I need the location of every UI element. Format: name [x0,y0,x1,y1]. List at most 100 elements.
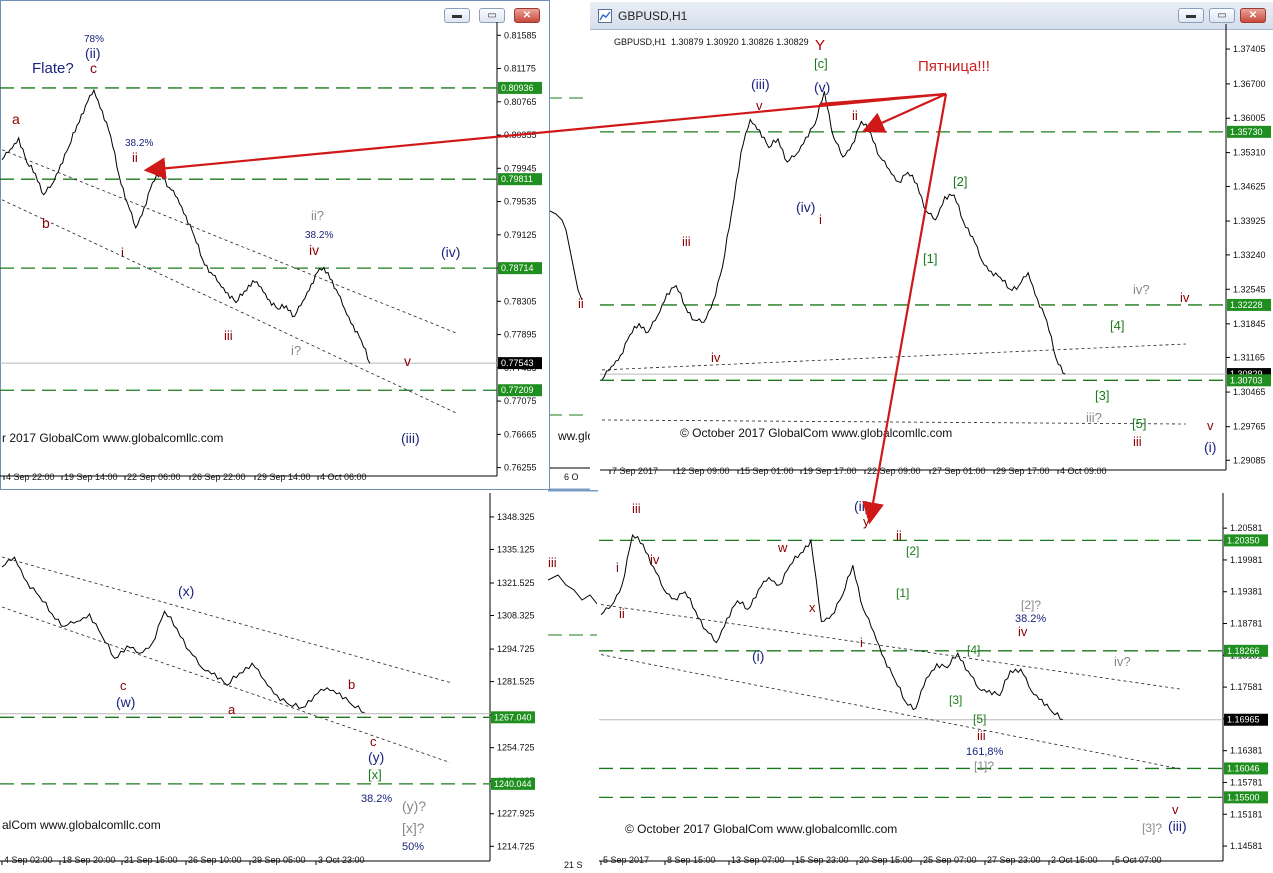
wave-label: ii [578,296,584,311]
y-tick-label: 1227.925 [497,809,535,819]
y-tick-label: 1.20581 [1230,523,1263,533]
price-series-line [1,556,365,713]
y-tick-label: 0.76255 [504,463,537,473]
price-label: 1.16965 [1227,715,1260,725]
x-tick-label: 19 Sep 17:00 [803,466,857,476]
x-tick-label: 19 Sep 14:00 [64,472,118,482]
wave-label: [3] [1095,388,1109,403]
y-tick-label: 1.31165 [1233,352,1265,362]
wave-label: iii? [1086,410,1102,425]
wave-label: 78% [84,34,104,45]
wave-label: iv [1180,290,1190,305]
wave-label: v [756,98,763,113]
wave-label: (iv) [796,199,815,215]
wave-label: iv [309,242,319,258]
wave-label: (w) [116,694,135,710]
y-tick-label: 1335.125 [497,544,535,554]
y-tick-label: 1.29765 [1233,422,1266,432]
wave-label: 38.2% [305,230,333,241]
price-label: 0.79811 [501,174,533,184]
price-label: 0.77209 [501,385,534,395]
x-tick-label: 29 Sep 05:00 [252,855,306,865]
wave-label: w [777,540,788,555]
price-label: 1.30703 [1230,375,1263,385]
y-tick-label: 1348.325 [497,512,535,522]
x-tick-label: 26 Sep 22:00 [192,472,246,482]
price-label: 1267.040 [494,712,532,722]
price-label: 1.16046 [1227,763,1260,773]
wave-label: iv [711,350,721,365]
gbpusd-chart: 1.37405 1.36700 1.36005 1.35310 1.34625 1.339… [600,24,1271,476]
wave-label: ii [132,150,138,165]
x-tick-label: 5 Oct 07:00 [1115,855,1162,865]
x-tick-label: 8 Sep 15:00 [667,855,716,865]
wave-label: iv [1018,624,1028,639]
wave-label: iv [650,552,660,567]
y-tick-label: 1254.725 [497,743,535,753]
wave-label: iv? [1133,282,1150,297]
y-tick-label: 1.36005 [1233,113,1266,123]
wave-label: iii [977,728,986,743]
wave-label: [2]? [1021,598,1041,612]
trend-channel-line [601,343,1187,371]
wave-label: iv? [1114,654,1131,669]
price-label: 0.80936 [501,83,534,93]
wave-label: (i) [752,648,764,664]
trend-channel-line [1,199,458,414]
y-tick-label: 0.79945 [504,163,537,173]
wave-label: (ii) [854,498,870,514]
y-tick-label: 1.14581 [1230,841,1263,851]
x-tick-label: 7 Sep 2017 [612,466,658,476]
x-tick-label: 27 Sep 23:00 [987,855,1041,865]
y-tick-label: 1.33240 [1233,250,1266,260]
x-tick-label: 2 Oct 15:00 [1051,855,1098,865]
wave-label: [3] [949,693,962,707]
eurusd-chart-window[interactable]: 1.205811.199811.193811.187811.181811.175… [597,493,1273,873]
wave-label: ii [619,606,625,621]
y-tick-label: 0.79535 [504,197,537,207]
y-tick-label: 1.17581 [1230,682,1263,692]
trend-channel-line [600,654,1184,770]
wave-label: i [819,212,822,227]
audusd-chart-window[interactable]: ▬ ▭ ✕ 0.81585 0.81175 0.80765 0.80355 0.7994… [0,0,550,490]
y-tick-label: 0.80355 [504,130,537,140]
wave-label: v [404,353,411,369]
y-tick-label: 0.79125 [504,230,537,240]
gbpusd-info-line: GBPUSD,H1 1.30879 1.30920 1.30826 1.3082… [614,37,809,47]
wave-label: c [120,678,127,693]
price-series-line [601,91,1066,381]
wave-label: 161,8% [966,746,1004,758]
wave-label: [1] [896,586,909,600]
wave-label: (iv) [441,244,460,260]
x-tick-label: 21 S [564,860,583,870]
y-tick-label: 1.29085 [1233,455,1266,465]
wave-label: iii [1133,434,1142,449]
x-tick-label: 20 Sep 15:00 [859,855,913,865]
gold-chart-window[interactable]: 1348.325 1335.125 1321.525 1308.325 1294.725… [0,493,548,873]
price-series-line [600,534,1063,720]
wave-label: ii? [311,208,324,223]
y-tick-label: 1321.525 [497,578,535,588]
wave-label: Flate? [32,60,74,77]
x-tick-label: 4 Sep 02:00 [4,855,53,865]
trend-channel-line [1,149,458,334]
gbpusd-chart-window[interactable]: GBPUSD,H1 ▬ ▭ ✕ 1.37405 1.36700 1.36005 1.3… [590,2,1273,490]
wave-label: [c] [814,56,828,71]
wave-label: b [42,215,50,231]
x-tick-label: 4 Sep 22:00 [6,472,55,482]
y-tick-label: 0.81585 [504,30,537,40]
wave-label: iii [224,328,233,343]
wave-label: (iii) [401,430,420,446]
wave-label: x [809,600,816,615]
y-tick-label: 1.19381 [1230,587,1263,597]
y-tick-label: 0.77075 [504,396,537,406]
eurusd-chart: 1.205811.199811.193811.187811.181811.175… [599,493,1268,865]
wave-label: (x) [178,583,194,599]
wave-label: [2] [953,174,967,189]
trend-channel-line [600,604,1184,690]
wave-label: v [1207,418,1214,433]
y-tick-label: 1281.525 [497,677,535,687]
gbpusd-copyright: © October 2017 GlobalCom www.globalcomll… [680,426,953,440]
wave-label: v [1172,802,1179,817]
y-tick-label: 0.77895 [504,330,537,340]
